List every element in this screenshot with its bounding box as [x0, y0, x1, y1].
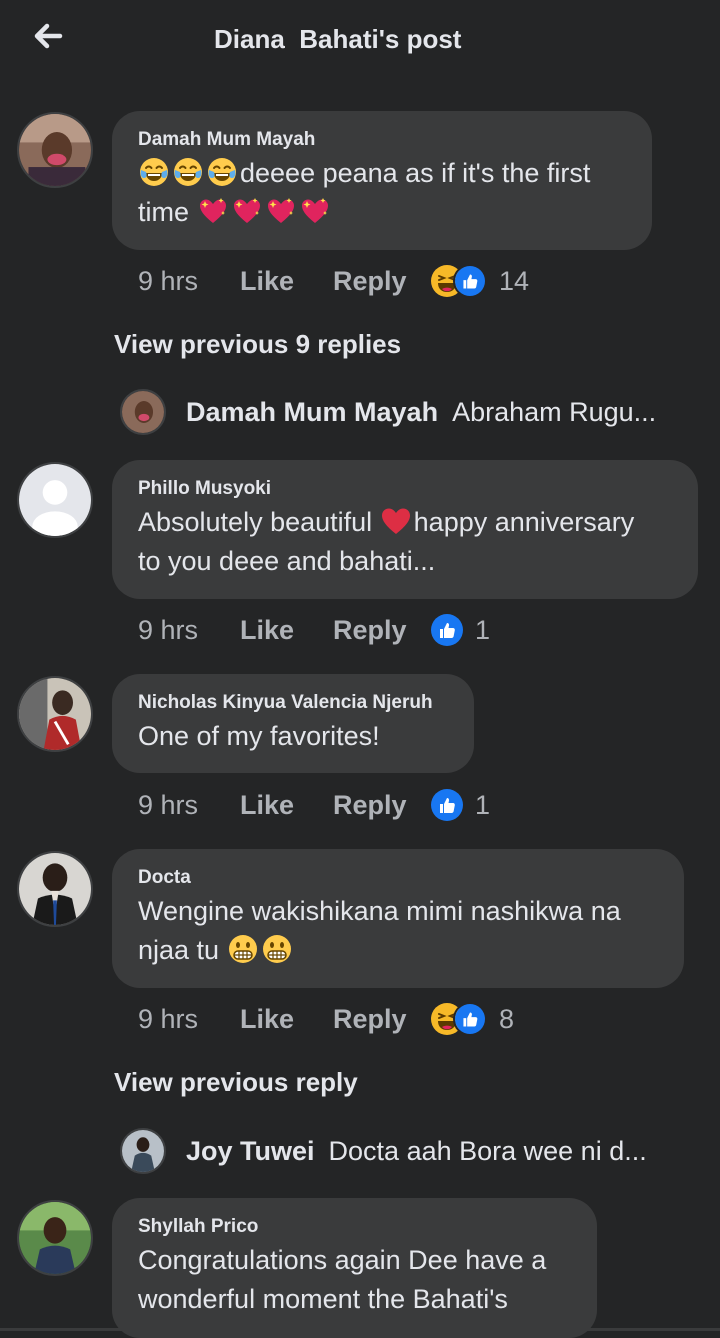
- comment-bubble[interactable]: Phillo Musyoki Absolutely beautiful happ…: [112, 460, 698, 599]
- tears-of-joy-emoji-icon: [206, 156, 238, 188]
- reaction-summary[interactable]: [431, 1002, 487, 1036]
- grimacing-emoji-icon: [227, 933, 259, 965]
- tears-of-joy-emoji-icon: [138, 156, 170, 188]
- reaction-summary[interactable]: [431, 264, 487, 298]
- comment-author[interactable]: Shyllah Prico: [138, 1215, 571, 1239]
- comment-author[interactable]: Nicholas Kinyua Valencia Njeruh: [138, 691, 448, 715]
- comment-bubble[interactable]: Docta Wengine wakishikana mimi nashikwa …: [112, 849, 684, 988]
- comment-text: One of my favorites!: [138, 721, 380, 751]
- like-button[interactable]: Like: [240, 790, 333, 821]
- post-header: Diana Bahati's post: [0, 0, 720, 80]
- avatar: [120, 389, 166, 435]
- avatar-photo-icon: [19, 853, 91, 925]
- reaction-count[interactable]: 1: [475, 615, 490, 646]
- tears-of-joy-emoji-icon: [172, 156, 204, 188]
- avatar-photo-icon: [122, 1130, 164, 1172]
- comment-timestamp[interactable]: 9 hrs: [138, 615, 240, 646]
- reply-snippet: Abraham Rugu...: [452, 396, 657, 427]
- reply-button[interactable]: Reply: [333, 790, 431, 821]
- reaction-count[interactable]: 1: [475, 790, 490, 821]
- comment-author[interactable]: Phillo Musyoki: [138, 477, 672, 501]
- like-button[interactable]: Like: [240, 1004, 333, 1035]
- comment-author[interactable]: Docta: [138, 866, 658, 890]
- reaction-summary[interactable]: [431, 614, 463, 646]
- avatar-photo-icon: [122, 391, 164, 433]
- comment-bubble[interactable]: Nicholas Kinyua Valencia Njeruh One of m…: [112, 674, 474, 773]
- avatar[interactable]: [17, 851, 93, 927]
- view-previous-replies-link[interactable]: View previous reply: [114, 1067, 358, 1098]
- reply-button[interactable]: Reply: [333, 266, 431, 297]
- avatar[interactable]: [17, 462, 93, 538]
- comment-actions: 9 hrs Like Reply 14: [138, 261, 529, 301]
- like-reaction-icon: [453, 264, 487, 298]
- reply-preview[interactable]: Damah Mum Mayah Abraham Rugu...: [120, 387, 656, 437]
- comment-timestamp[interactable]: 9 hrs: [138, 266, 240, 297]
- reply-snippet: Docta aah Bora wee ni d...: [328, 1135, 647, 1166]
- comment-text: Absolutely beautiful happy anniversary t…: [138, 505, 635, 576]
- sparkling-heart-emoji-icon: [265, 195, 297, 227]
- reaction-count[interactable]: 14: [499, 266, 529, 297]
- reply-preview[interactable]: Joy Tuwei Docta aah Bora wee ni d...: [120, 1126, 647, 1176]
- comment-author[interactable]: Damah Mum Mayah: [138, 128, 626, 152]
- avatar[interactable]: [17, 112, 93, 188]
- reply-author[interactable]: Joy Tuwei: [186, 1136, 315, 1167]
- avatar-photo-icon: [19, 678, 91, 750]
- sparkling-heart-emoji-icon: [231, 195, 263, 227]
- comment-timestamp[interactable]: 9 hrs: [138, 790, 240, 821]
- comment-text: Congratulations again Dee have a wonderf…: [138, 1245, 547, 1314]
- comment-bubble[interactable]: Shyllah Prico Congratulations again Dee …: [112, 1198, 597, 1338]
- like-button[interactable]: Like: [240, 615, 333, 646]
- avatar-photo-icon: [19, 1202, 91, 1274]
- like-reaction-icon: [431, 789, 463, 821]
- default-avatar-icon: [19, 464, 91, 536]
- reaction-count[interactable]: 8: [499, 1004, 514, 1035]
- view-previous-replies-link[interactable]: View previous 9 replies: [114, 329, 401, 360]
- comment-text: Wengine wakishikana mimi nashikwa na nja…: [138, 896, 621, 965]
- avatar: [120, 1128, 166, 1174]
- comment-bubble[interactable]: Damah Mum Mayah deeee peana as if it's t…: [112, 111, 652, 250]
- like-reaction-icon: [453, 1002, 487, 1036]
- reply-button[interactable]: Reply: [333, 1004, 431, 1035]
- reply-author[interactable]: Damah Mum Mayah: [186, 397, 438, 428]
- comment-text: deeee peana as if it's the first time: [138, 156, 591, 227]
- sparkling-heart-emoji-icon: [197, 195, 229, 227]
- page-title: Diana Bahati's post: [214, 24, 462, 54]
- comment-actions: 9 hrs Like Reply 1: [138, 785, 490, 825]
- red-heart-emoji-icon: [380, 505, 412, 537]
- back-arrow-icon[interactable]: [30, 18, 66, 54]
- avatar-photo-icon: [19, 114, 91, 186]
- like-button[interactable]: Like: [240, 266, 333, 297]
- reply-button[interactable]: Reply: [333, 615, 431, 646]
- sparkling-heart-emoji-icon: [299, 195, 331, 227]
- comment-actions: 9 hrs Like Reply 1: [138, 610, 490, 650]
- comment-timestamp[interactable]: 9 hrs: [138, 1004, 240, 1035]
- grimacing-emoji-icon: [261, 933, 293, 965]
- reaction-summary[interactable]: [431, 789, 463, 821]
- avatar[interactable]: [17, 676, 93, 752]
- like-reaction-icon: [431, 614, 463, 646]
- comment-actions: 9 hrs Like Reply 8: [138, 999, 514, 1039]
- avatar[interactable]: [17, 1200, 93, 1276]
